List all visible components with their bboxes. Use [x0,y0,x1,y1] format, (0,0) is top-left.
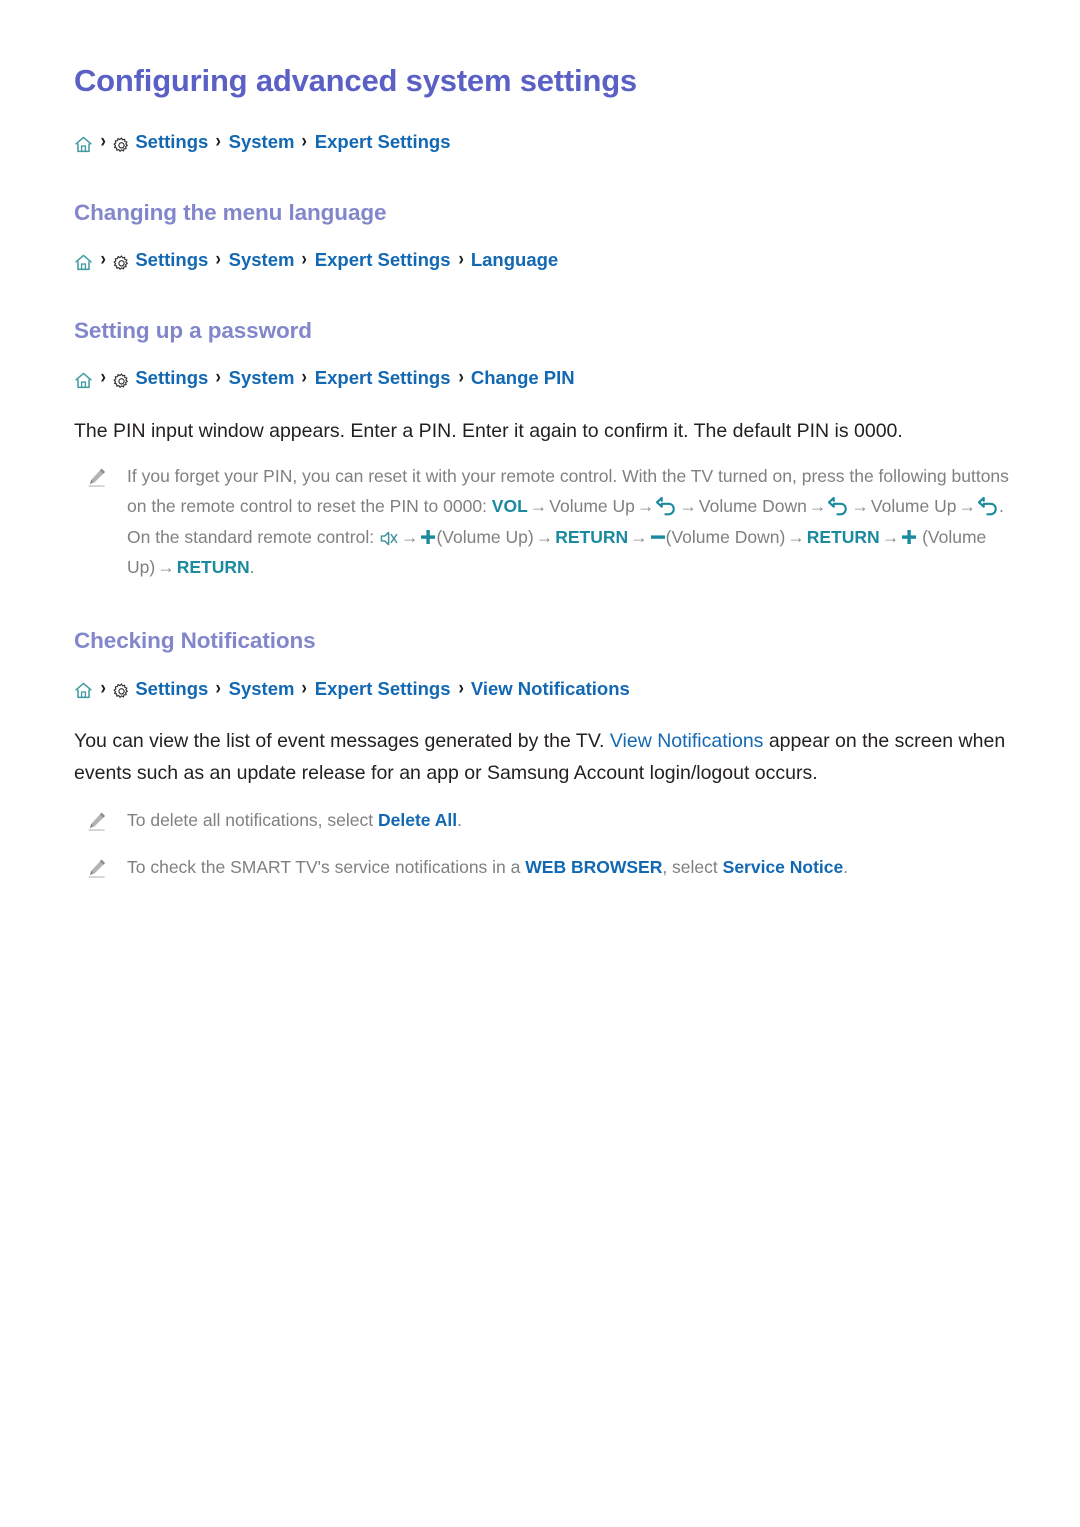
return-arrow-icon [828,495,849,516]
breadcrumb-separator: › [301,248,308,270]
breadcrumb-separator: › [301,677,308,699]
breadcrumb-item-settings[interactable]: Settings [135,131,208,153]
home-icon[interactable] [74,135,93,154]
gear-icon[interactable] [113,137,130,154]
note-text-pre: To delete all notifications, select [127,810,378,831]
inline-link-web-browser[interactable]: WEB BROWSER [525,857,662,877]
breadcrumb-separator: › [215,248,222,270]
breadcrumb-separator: › [457,248,464,270]
plus-icon [901,524,917,544]
home-icon[interactable] [74,681,93,700]
breadcrumb-expert-settings: › Settings › System › Expert Settings [74,131,1020,154]
breadcrumb-separator: › [100,366,106,388]
label-volume-down-paren: (Volume Down) [665,526,786,547]
document-page: Configuring advanced system settings › S… [0,0,1080,1527]
note-pin-reset: If you forget your PIN, you can reset it… [74,461,1020,582]
breadcrumb-item-expert-settings[interactable]: Expert Settings [315,131,451,153]
home-icon[interactable] [74,371,93,390]
plus-icon [420,524,436,544]
key-return: RETURN [806,526,880,547]
breadcrumb-item-language[interactable]: Language [471,249,558,271]
breadcrumb-view-notifications: › Settings › System › Expert Settings › … [74,678,1020,701]
note-text-post: . [843,856,849,877]
minus-icon [650,524,666,540]
pencil-icon [86,810,108,832]
label-volume-up: Volume Up [870,496,957,517]
breadcrumb-separator: › [100,130,106,152]
label-volume-up-paren: (Volume Up) [436,526,534,547]
pencil-icon [86,857,108,879]
note-text: To delete all notifications, select Dele… [127,805,1020,835]
mute-icon [379,526,399,546]
breadcrumb-separator: › [215,366,222,388]
breadcrumb-separator: › [215,677,222,699]
breadcrumb-item-system[interactable]: System [229,131,295,153]
pencil-icon [86,466,108,488]
note-text-pre: To check the SMART TV's service notifica… [127,856,526,877]
breadcrumb-separator: › [457,366,464,388]
section-heading-notifications: Checking Notifications [74,628,316,654]
section-heading-language: Changing the menu language [74,199,387,225]
gear-icon[interactable] [113,373,130,390]
gear-icon[interactable] [113,683,130,700]
breadcrumb-item-system[interactable]: System [229,678,295,700]
key-vol: VOL [491,496,528,517]
key-return: RETURN [555,526,629,547]
key-return: RETURN [176,557,250,578]
breadcrumb-item-expert-settings[interactable]: Expert Settings [315,249,451,271]
breadcrumb-item-settings[interactable]: Settings [135,367,208,389]
breadcrumb-separator: › [457,677,464,699]
arrow: → [529,496,548,517]
arrow: → [157,557,175,578]
label-volume-up: Volume Up [549,496,635,517]
return-arrow-icon [656,495,677,516]
arrow: → [787,526,805,547]
paragraph-text-pre: You can view the list of event messages … [74,730,610,753]
arrow: → [630,526,648,547]
paragraph-notifications: You can view the list of event messages … [74,726,1009,789]
arrow: → [881,526,900,547]
arrow: → [679,496,697,517]
breadcrumb-separator: › [100,248,106,270]
breadcrumb-item-settings[interactable]: Settings [135,249,208,271]
paragraph-pin-info: The PIN input window appears. Enter a PI… [74,419,903,442]
breadcrumb-item-system[interactable]: System [229,367,295,389]
note-text: If you forget your PIN, you can reset it… [127,461,1020,582]
breadcrumb-separator: › [301,366,308,388]
inline-link-view-notifications[interactable]: View Notifications [610,730,764,752]
arrow: → [958,496,976,517]
breadcrumb-separator: › [215,130,222,152]
breadcrumb-item-expert-settings[interactable]: Expert Settings [315,367,451,389]
arrow: → [851,496,869,517]
breadcrumb-change-pin: › Settings › System › Expert Settings › … [74,367,1020,390]
breadcrumb-separator: › [100,677,106,699]
note-period: . [249,557,255,578]
breadcrumb-item-view-notifications[interactable]: View Notifications [471,678,630,700]
arrow: → [400,526,419,547]
home-icon[interactable] [74,253,93,272]
breadcrumb-item-change-pin[interactable]: Change PIN [471,367,575,389]
return-arrow-icon [977,495,999,516]
inline-link-service-notice[interactable]: Service Notice [723,857,844,877]
note-delete-all: To delete all notifications, select Dele… [74,805,1020,835]
breadcrumb-item-expert-settings[interactable]: Expert Settings [315,678,451,700]
breadcrumb-item-settings[interactable]: Settings [135,678,208,700]
breadcrumb-item-system[interactable]: System [229,249,295,271]
page-title: Configuring advanced system settings [74,63,637,98]
breadcrumb-separator: › [301,130,308,152]
note-text: To check the SMART TV's service notifica… [127,852,1020,882]
arrow: → [808,496,827,517]
inline-link-delete-all[interactable]: Delete All [378,810,457,830]
note-text-post: . [457,810,462,831]
note-text-mid: , select [662,856,723,877]
gear-icon[interactable] [113,255,130,272]
arrow: → [636,496,655,517]
arrow: → [535,526,554,547]
breadcrumb-language: › Settings › System › Expert Settings › … [74,249,1020,272]
label-volume-down: Volume Down [698,496,807,517]
note-service-notice: To check the SMART TV's service notifica… [74,852,1020,882]
section-heading-password: Setting up a password [74,317,312,343]
